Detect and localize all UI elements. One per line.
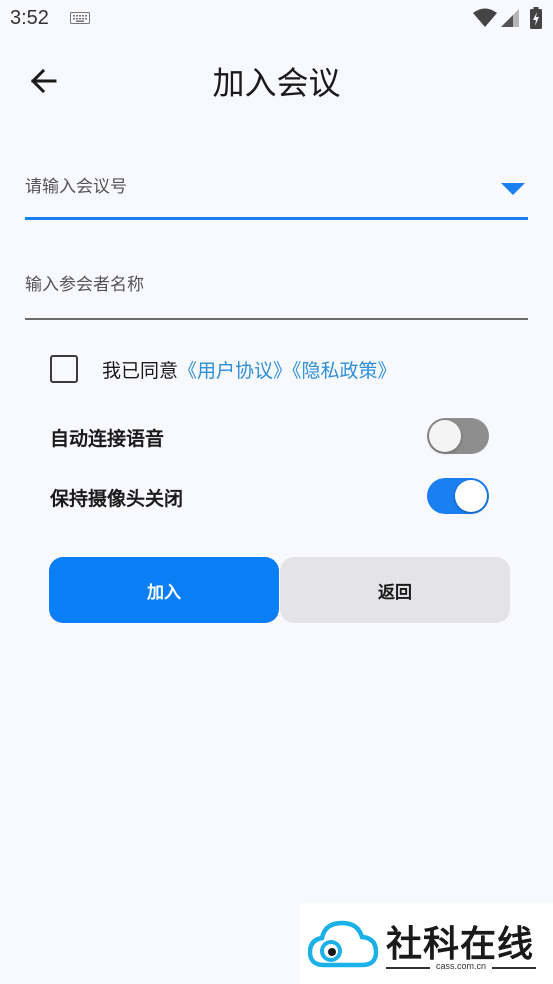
- auto-voice-toggle[interactable]: [427, 418, 489, 454]
- auto-voice-label: 自动连接语音: [50, 428, 165, 450]
- cloud-eye-logo-icon: [308, 920, 378, 968]
- agreement-prefix: 我已同意: [102, 360, 179, 382]
- keyboard-icon: [70, 12, 90, 24]
- watermark: 社科在线 cass.com.cn: [300, 903, 553, 984]
- agreement-checkbox[interactable]: [50, 355, 78, 383]
- wifi-icon: [473, 8, 497, 27]
- toggle-knob: [455, 480, 487, 512]
- watermark-domain: cass.com.cn: [386, 961, 536, 971]
- page-title: 加入会议: [212, 64, 341, 102]
- watermark-name: 社科在线: [386, 923, 535, 965]
- join-button[interactable]: 加入: [49, 557, 279, 623]
- agreement-text: 我已同意《用户协议》《隐私政策》: [102, 356, 397, 383]
- back-button[interactable]: 返回: [280, 557, 510, 623]
- privacy-policy-link[interactable]: 《隐私政策》: [292, 360, 397, 382]
- participant-name-field: [25, 272, 528, 320]
- participant-name-input[interactable]: [25, 272, 528, 298]
- camera-off-toggle[interactable]: [427, 478, 489, 514]
- toggle-knob: [429, 420, 461, 452]
- meeting-number-field: [25, 172, 528, 220]
- participant-name-underline: [25, 318, 528, 320]
- battery-charging-icon: [530, 7, 542, 29]
- user-agreement-link[interactable]: 《用户协议》: [178, 360, 292, 382]
- signal-icon: [501, 9, 519, 27]
- dropdown-triangle-icon[interactable]: [501, 183, 525, 195]
- meeting-number-underline: [25, 217, 528, 220]
- camera-off-label: 保持摄像头关闭: [50, 488, 184, 510]
- status-time: 3:52: [10, 7, 49, 29]
- meeting-number-input[interactable]: [25, 172, 528, 202]
